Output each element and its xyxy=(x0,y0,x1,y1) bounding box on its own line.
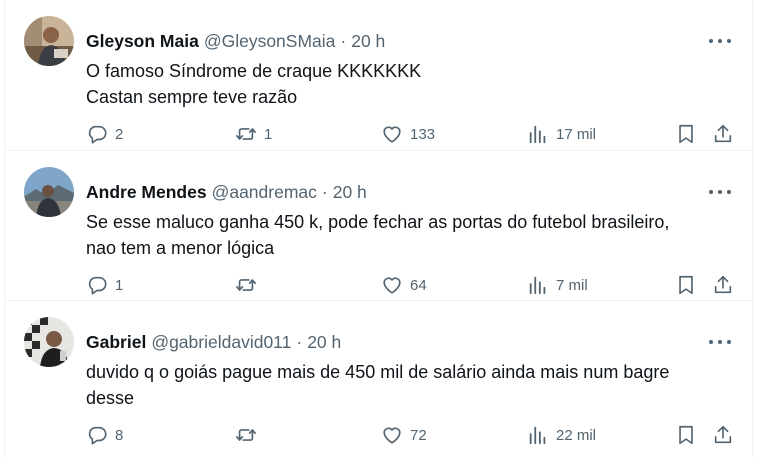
separator-dot: · xyxy=(321,181,328,202)
tweet-header: Gabriel @gabrieldavid011 · 20 h xyxy=(86,331,341,353)
more-options-button[interactable] xyxy=(709,31,731,51)
like-button[interactable]: 72 xyxy=(381,423,427,447)
like-count: 72 xyxy=(410,426,427,444)
separator-dot: · xyxy=(296,331,303,352)
views-chart-icon xyxy=(529,426,546,445)
timestamp[interactable]: 20 h xyxy=(351,31,385,52)
author-handle[interactable]: @gabrieldavid011 xyxy=(151,332,291,353)
author-name[interactable]: Gabriel xyxy=(86,332,146,353)
view-count: 7 mil xyxy=(556,276,588,294)
action-bar: 2 1 133 17 mil xyxy=(5,122,753,146)
tweet-text: duvido q o goiás pague mais de 450 mil d… xyxy=(86,359,726,411)
views-button[interactable]: 7 mil xyxy=(527,273,588,297)
heart-icon xyxy=(383,427,401,444)
like-button[interactable]: 64 xyxy=(381,273,427,297)
author-name[interactable]: Gleyson Maia xyxy=(86,31,199,52)
views-button[interactable]: 17 mil xyxy=(527,122,596,146)
more-options-button[interactable] xyxy=(709,332,731,352)
avatar-photo xyxy=(24,317,74,367)
share-button[interactable] xyxy=(712,423,734,447)
reply-icon xyxy=(88,125,107,144)
avatar-photo xyxy=(24,16,74,66)
reply-button[interactable]: 2 xyxy=(86,122,123,146)
tweet-text-line: O famoso Síndrome de craque KKKKKKK xyxy=(86,61,422,81)
heart-icon xyxy=(383,277,401,294)
bookmark-icon xyxy=(679,124,693,144)
share-icon xyxy=(714,124,732,143)
bookmark-button[interactable] xyxy=(675,423,697,447)
avatar-photo xyxy=(24,167,74,217)
more-horizontal-icon xyxy=(709,39,713,43)
reply-icon xyxy=(88,426,107,445)
more-options-button[interactable] xyxy=(709,182,731,202)
timestamp[interactable]: 20 h xyxy=(307,332,341,353)
tweet-text: Se esse maluco ganha 450 k, pode fechar … xyxy=(86,209,726,261)
repost-button[interactable] xyxy=(235,423,264,447)
author-handle[interactable]: @GleysonSMaia xyxy=(204,31,336,52)
tweet[interactable]: Andre Mendes @aandremac · 20 h Se esse m… xyxy=(5,150,753,300)
view-count: 22 mil xyxy=(556,426,597,444)
separator-dot: · xyxy=(340,30,347,51)
avatar[interactable] xyxy=(24,167,74,217)
reply-count: 8 xyxy=(115,426,124,444)
repost-button[interactable]: 1 xyxy=(235,122,272,146)
like-count: 64 xyxy=(410,276,427,294)
more-horizontal-icon xyxy=(709,190,713,194)
reply-icon xyxy=(88,276,107,295)
repost-button[interactable] xyxy=(235,273,264,297)
avatar[interactable] xyxy=(24,16,74,66)
timestamp[interactable]: 20 h xyxy=(333,182,367,203)
replies-timeline: Gleyson Maia @GleysonSMaia · 20 h O famo… xyxy=(4,0,753,457)
tweet-text-line: Se esse maluco ganha 450 k, pode fechar … xyxy=(86,212,670,232)
reply-button[interactable]: 8 xyxy=(86,423,123,447)
reply-count: 2 xyxy=(115,125,124,143)
tweet-text-line: duvido q o goiás pague mais de 450 mil d… xyxy=(86,362,670,382)
like-count: 133 xyxy=(410,125,436,143)
tweet-text-line: desse xyxy=(86,388,135,408)
repost-icon xyxy=(236,429,256,441)
share-button[interactable] xyxy=(712,122,734,146)
repost-icon xyxy=(236,279,256,291)
bookmark-icon xyxy=(679,425,693,445)
action-bar: 1 64 7 mil xyxy=(5,273,753,297)
like-button[interactable]: 133 xyxy=(381,122,435,146)
tweet-header: Gleyson Maia @GleysonSMaia · 20 h xyxy=(86,30,385,52)
reply-count: 1 xyxy=(115,276,124,294)
tweet[interactable]: Gleyson Maia @GleysonSMaia · 20 h O famo… xyxy=(5,0,753,150)
author-handle[interactable]: @aandremac xyxy=(212,182,317,203)
bookmark-icon xyxy=(679,275,693,295)
share-icon xyxy=(714,275,732,294)
more-horizontal-icon xyxy=(709,340,713,344)
heart-icon xyxy=(383,126,401,143)
tweet-text-line: nao tem a menor lógica xyxy=(86,238,275,258)
tweet-text: O famoso Síndrome de craque KKKKKKK Cast… xyxy=(86,58,726,110)
tweet-header: Andre Mendes @aandremac · 20 h xyxy=(86,181,367,203)
bookmark-button[interactable] xyxy=(675,273,697,297)
share-button[interactable] xyxy=(712,273,734,297)
views-chart-icon xyxy=(529,125,546,144)
view-count: 17 mil xyxy=(556,125,597,143)
bookmark-button[interactable] xyxy=(675,122,697,146)
views-chart-icon xyxy=(529,276,546,295)
avatar[interactable] xyxy=(24,317,74,367)
tweet[interactable]: Gabriel @gabrieldavid011 · 20 h duvido q… xyxy=(5,300,753,450)
repost-icon xyxy=(236,128,256,140)
tweet-text-line: Castan sempre teve razão xyxy=(86,87,298,107)
author-name[interactable]: Andre Mendes xyxy=(86,182,207,203)
action-bar: 8 72 22 mil xyxy=(5,423,753,447)
views-button[interactable]: 22 mil xyxy=(527,423,596,447)
reply-button[interactable]: 1 xyxy=(86,273,123,297)
repost-count: 1 xyxy=(264,125,273,143)
share-icon xyxy=(714,425,732,444)
